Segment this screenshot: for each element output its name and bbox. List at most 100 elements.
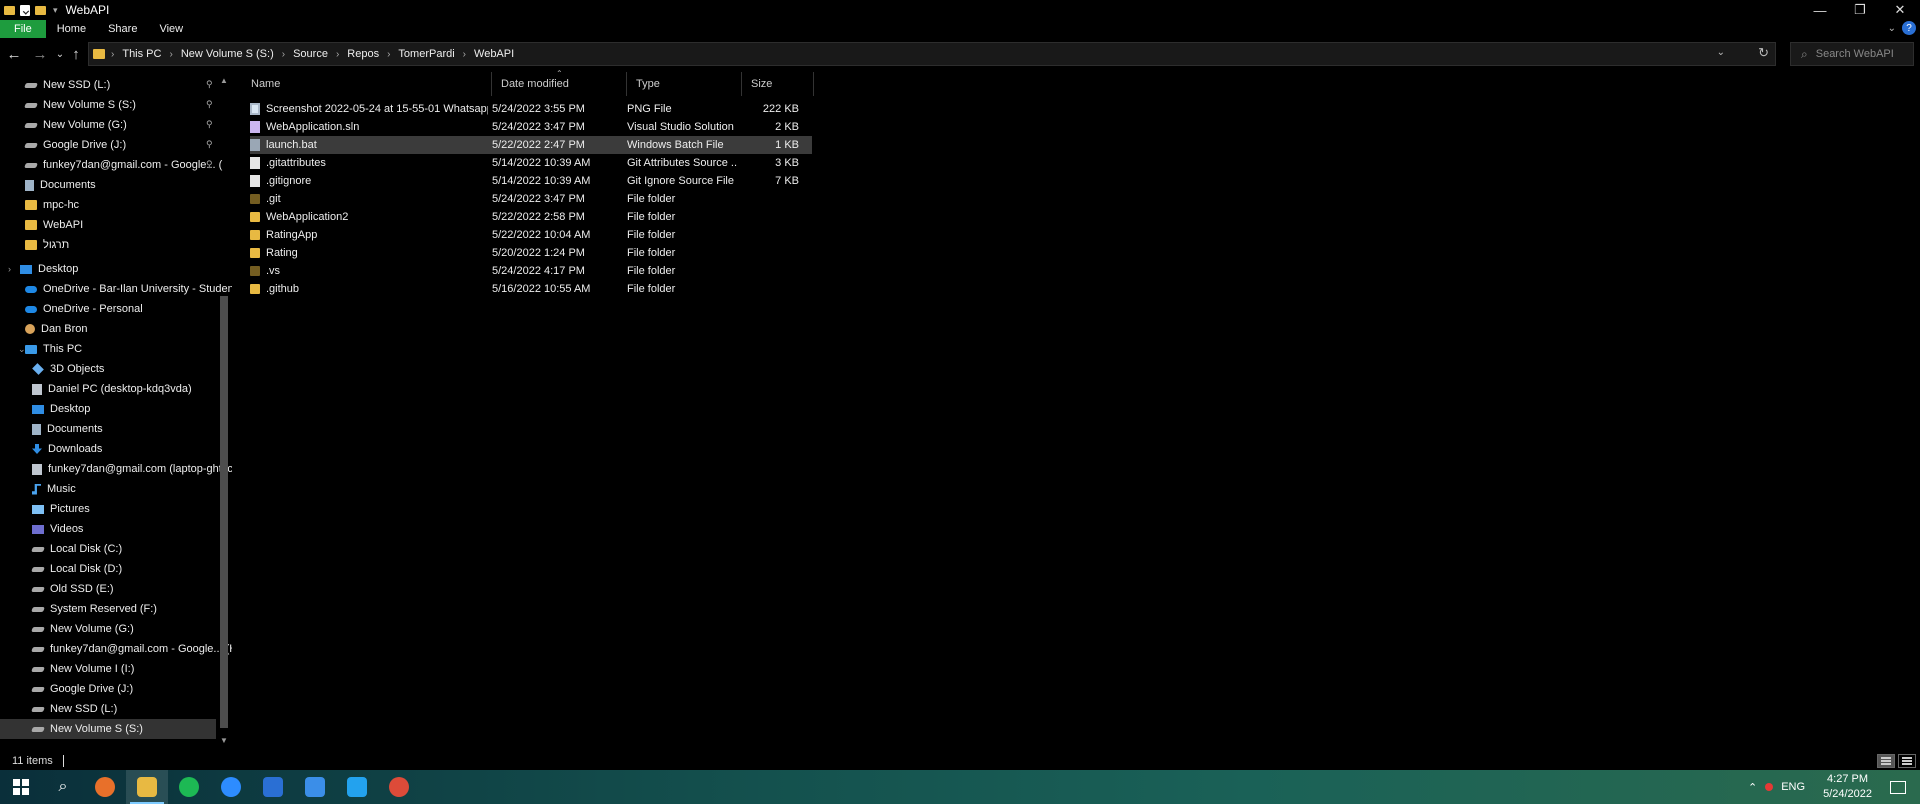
properties-icon[interactable] [20, 4, 30, 16]
restore-button[interactable]: ❐ [1840, 0, 1880, 20]
up-button[interactable]: ↑ [64, 42, 88, 66]
breadcrumb-new-volume-s[interactable]: New Volume S (S:) [181, 48, 274, 60]
taskbar-app-button[interactable] [84, 770, 126, 804]
sidebar-item[interactable]: OneDrive - Bar-Ilan University - Student… [25, 279, 232, 299]
sidebar-item[interactable]: funkey7dan@gmail.com (laptop-ghtcc [32, 459, 232, 479]
breadcrumb-repos[interactable]: Repos [347, 48, 379, 60]
sidebar-item[interactable]: mpc-hc [25, 195, 79, 215]
taskbar-app-button[interactable] [378, 770, 420, 804]
sidebar-item[interactable]: Local Disk (D:) [31, 559, 122, 579]
sidebar-item[interactable]: Google Drive (J:) [24, 135, 126, 155]
file-row[interactable]: .vs 5/24/2022 4:17 PM File folder [250, 262, 812, 280]
folder-icon[interactable] [4, 5, 15, 15]
help-icon[interactable]: ? [1902, 21, 1916, 35]
column-name-header[interactable]: Name [242, 72, 492, 96]
file-row[interactable]: .gitignore 5/14/2022 10:39 AM Git Ignore S… [250, 172, 812, 190]
scroll-down-icon[interactable]: ▼ [218, 736, 230, 748]
taskbar-app-button[interactable] [126, 770, 168, 804]
scroll-up-icon[interactable]: ▲ [218, 76, 230, 88]
chevron-right-icon[interactable]: › [111, 49, 114, 60]
details-view-button[interactable] [1877, 754, 1895, 768]
file-row[interactable]: .gitattributes 5/14/2022 10:39 AM Git Attr… [250, 154, 812, 172]
tab-home[interactable]: Home [46, 20, 97, 38]
file-row[interactable]: Screenshot 2022-05-24 at 15-55-01 Whatsa… [250, 100, 812, 118]
address-dropdown-icon[interactable]: ⌄ [1717, 47, 1725, 58]
breadcrumb-webapi[interactable]: WebAPI [474, 48, 514, 60]
column-type-header[interactable]: Type [627, 72, 742, 96]
chevron-right-icon[interactable]: › [282, 49, 285, 60]
sidebar-item[interactable]: Dan Bron [25, 319, 87, 339]
refresh-icon[interactable]: ↻ [1758, 45, 1769, 61]
sidebar-item[interactable]: Google Drive (J:) [31, 679, 133, 699]
sidebar-item[interactable]: New SSD (L:) [24, 75, 110, 95]
sidebar-item[interactable]: New Volume S (S:) [0, 719, 216, 739]
sidebar-item[interactable]: Videos [32, 519, 83, 539]
minimize-button[interactable]: — [1800, 0, 1840, 20]
sidebar-item[interactable]: This PC [25, 339, 82, 359]
sidebar-item[interactable]: Desktop [32, 399, 90, 419]
breadcrumb-tomerpardi[interactable]: TomerPardi [398, 48, 454, 60]
sidebar-item[interactable]: Documents [25, 175, 96, 195]
search-box[interactable]: ⌕ Search WebAPI [1790, 42, 1914, 66]
tab-view[interactable]: View [148, 20, 194, 38]
start-button[interactable] [0, 770, 42, 804]
sidebar-item[interactable]: New Volume (G:) [31, 619, 134, 639]
chevron-right-icon[interactable]: › [169, 49, 172, 60]
address-bar[interactable]: › This PC › New Volume S (S:) › Source ›… [88, 42, 1776, 66]
expand-chevron-icon[interactable]: › [8, 264, 11, 274]
expand-ribbon-icon[interactable]: ⌄ [1888, 23, 1896, 34]
sidebar-item[interactable]: Daniel PC (desktop-kdq3vda) [32, 379, 192, 399]
sidebar-item[interactable]: 3D Objects [32, 359, 104, 379]
sidebar-item[interactable]: Desktop [20, 259, 78, 279]
chevron-right-icon[interactable]: › [336, 49, 339, 60]
navigation-pane-scrollbar[interactable]: ▲ ▼ [218, 72, 230, 750]
file-row[interactable]: .git 5/24/2022 3:47 PM File folder [250, 190, 812, 208]
large-icons-view-button[interactable] [1898, 754, 1916, 768]
breadcrumb-source[interactable]: Source [293, 48, 328, 60]
sidebar-item[interactable]: System Reserved (F:) [31, 599, 157, 619]
breadcrumb-this-pc[interactable]: This PC [122, 48, 161, 60]
recording-indicator-icon[interactable] [1765, 783, 1774, 791]
scrollbar-thumb[interactable] [220, 296, 228, 728]
file-row[interactable]: WebApplication2 5/22/2022 2:58 PM File fol… [250, 208, 812, 226]
file-row[interactable]: .github 5/16/2022 10:55 AM File folder [250, 280, 812, 298]
close-button[interactable]: ✕ [1880, 0, 1920, 20]
tab-share[interactable]: Share [97, 20, 148, 38]
sidebar-item[interactable]: Pictures [32, 499, 90, 519]
search-input[interactable]: Search WebAPI [1816, 48, 1894, 60]
sidebar-item[interactable]: Local Disk (C:) [31, 539, 122, 559]
file-row[interactable]: RatingApp 5/22/2022 10:04 AM File folder [250, 226, 812, 244]
file-row[interactable]: WebApplication.sln 5/24/2022 3:47 PM Visua… [250, 118, 812, 136]
sidebar-item[interactable]: Music [32, 479, 76, 499]
taskbar-app-button[interactable] [252, 770, 294, 804]
file-row[interactable]: launch.bat 5/22/2022 2:47 PM Windows Batch… [250, 136, 812, 154]
chevron-right-icon[interactable]: › [387, 49, 390, 60]
back-button[interactable]: ← [2, 42, 26, 66]
notifications-icon[interactable] [1890, 780, 1906, 794]
sidebar-item[interactable]: Downloads [32, 439, 102, 459]
expand-chevron-icon[interactable]: ⌄ [18, 344, 26, 355]
taskbar-app-button[interactable] [336, 770, 378, 804]
sidebar-item[interactable]: funkey7dan@gmail.com - Google... (H [31, 639, 232, 659]
sidebar-item[interactable]: New Volume (G:) [24, 115, 127, 135]
customize-toolbar-icon[interactable]: ▾ [53, 5, 58, 16]
language-indicator[interactable]: ENG [1781, 781, 1805, 793]
chevron-right-icon[interactable]: › [463, 49, 466, 60]
sidebar-item[interactable]: Old SSD (E:) [31, 579, 114, 599]
sidebar-item[interactable]: Documents [32, 419, 103, 439]
column-size-header[interactable]: Size [742, 72, 814, 96]
file-row[interactable]: Rating 5/20/2022 1:24 PM File folder [250, 244, 812, 262]
sidebar-item[interactable]: New Volume I (I:) [31, 659, 134, 679]
sidebar-item[interactable]: funkey7dan@gmail.com - Google... ( [24, 155, 222, 175]
sidebar-item[interactable]: OneDrive - Personal [25, 299, 143, 319]
taskbar-app-button[interactable] [210, 770, 252, 804]
sidebar-item[interactable]: WebAPI [25, 215, 83, 235]
show-hidden-icons-icon[interactable]: ⌃ [1748, 781, 1757, 794]
sidebar-item[interactable]: New SSD (L:) [31, 699, 117, 719]
new-folder-icon[interactable] [35, 5, 46, 15]
sidebar-item[interactable]: New Volume S (S:) [24, 95, 136, 115]
taskbar-app-button[interactable] [168, 770, 210, 804]
tab-file[interactable]: File [0, 20, 46, 38]
sidebar-item[interactable]: תרגול [25, 235, 69, 255]
search-button[interactable]: ⌕ [42, 770, 84, 804]
